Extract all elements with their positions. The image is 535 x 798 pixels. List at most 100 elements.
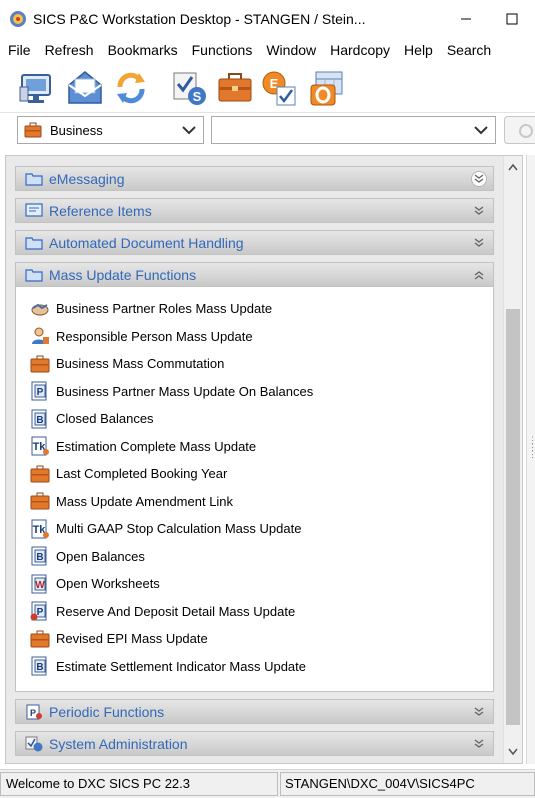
minimize-icon[interactable]	[443, 0, 489, 38]
list-item[interactable]: B Open Balances	[16, 543, 493, 571]
combo-row: Business	[0, 113, 535, 150]
status-user-path: STANGEN\DXC_004V\SICS4PC	[280, 772, 535, 796]
p-document-red-icon: P	[30, 601, 50, 621]
menu-refresh[interactable]: Refresh	[37, 42, 100, 58]
messaging-icon[interactable]	[64, 67, 106, 109]
svg-text:B: B	[36, 662, 43, 673]
scrollbar-thumb[interactable]	[506, 309, 520, 725]
briefcase-icon	[30, 464, 50, 484]
list-item[interactable]: B Estimate Settlement Indicator Mass Upd…	[16, 653, 493, 681]
menu-help[interactable]: Help	[396, 42, 439, 58]
expand-chevron-icon[interactable]	[471, 704, 487, 720]
status-bar: Welcome to DXC SICS PC 22.3 STANGEN\DXC_…	[0, 769, 535, 798]
outlook-calendar-icon[interactable]	[306, 67, 348, 109]
expand-chevron-icon[interactable]	[471, 235, 487, 251]
section-automated-document-handling[interactable]: Automated Document Handling	[15, 230, 494, 255]
maximize-icon[interactable]	[489, 0, 535, 38]
menu-search[interactable]: Search	[439, 42, 497, 58]
briefcase-icon	[30, 491, 50, 511]
menu-window[interactable]: Window	[258, 42, 322, 58]
b-document-icon: B	[30, 409, 50, 429]
list-item[interactable]: Responsible Person Mass Update	[16, 323, 493, 351]
item-label: Business Partner Mass Update On Balances	[56, 383, 314, 399]
list-item[interactable]: Last Completed Booking Year	[16, 460, 493, 488]
toolbar: S E	[0, 63, 535, 113]
list-item[interactable]: Tk Estimation Complete Mass Update	[16, 433, 493, 461]
section-title: eMessaging	[49, 170, 125, 187]
section-title: Mass Update Functions	[49, 266, 197, 283]
section-reference-items[interactable]: Reference Items	[15, 198, 494, 223]
svg-text:B: B	[36, 552, 43, 563]
chevron-down-icon[interactable]	[175, 117, 203, 143]
list-item[interactable]: Tk Multi GAAP Stop Calculation Mass Upda…	[16, 515, 493, 543]
list-item[interactable]: Mass Update Amendment Link	[16, 488, 493, 516]
collapse-chevron-icon[interactable]	[471, 267, 487, 283]
item-label: Open Balances	[56, 548, 145, 564]
b-document-icon: B	[30, 656, 50, 676]
search-button[interactable]	[504, 116, 535, 144]
section-mass-update-functions[interactable]: Mass Update Functions	[15, 262, 494, 287]
menu-file[interactable]: File	[0, 42, 37, 58]
item-label: Mass Update Amendment Link	[56, 493, 234, 509]
svg-text:W: W	[35, 580, 45, 591]
reference-icon	[24, 203, 44, 219]
menu-bar: File Refresh Bookmarks Functions Window …	[0, 38, 535, 62]
b-document-icon: B	[30, 546, 50, 566]
function-select[interactable]	[211, 116, 496, 144]
mass-update-list: Business Partner Roles Mass Update Respo…	[15, 287, 494, 692]
list-item[interactable]: P Business Partner Mass Update On Balanc…	[16, 378, 493, 406]
list-item[interactable]: B Closed Balances	[16, 405, 493, 433]
list-item[interactable]: Revised EPI Mass Update	[16, 625, 493, 653]
svg-text:S: S	[193, 89, 202, 104]
expand-chevron-icon[interactable]	[471, 171, 487, 187]
section-system-administration[interactable]: System Administration	[15, 731, 494, 756]
scroll-up-icon[interactable]	[504, 158, 522, 176]
system-admin-icon[interactable]: S	[168, 67, 210, 109]
system-admin-icon	[24, 736, 44, 752]
menu-hardcopy[interactable]: Hardcopy	[322, 42, 396, 58]
refresh-icon[interactable]	[110, 67, 152, 109]
list-item[interactable]: W Open Worksheets	[16, 570, 493, 598]
svg-text:P: P	[37, 387, 44, 398]
item-label: Closed Balances	[56, 411, 154, 427]
item-label: Last Completed Booking Year	[56, 466, 228, 482]
app-logo-icon	[9, 10, 27, 28]
folder-icon	[24, 171, 44, 187]
section-title: Automated Document Handling	[49, 234, 244, 251]
item-label: Business Mass Commutation	[56, 356, 225, 372]
search-icon	[519, 124, 533, 138]
briefcase-icon	[30, 629, 50, 649]
business-briefcase-icon[interactable]	[214, 67, 256, 109]
chevron-down-icon[interactable]	[467, 117, 495, 143]
status-message: Welcome to DXC SICS PC 22.3	[0, 772, 278, 796]
person-icon	[30, 326, 50, 346]
svg-text:P: P	[30, 708, 36, 718]
expand-chevron-icon[interactable]	[471, 736, 487, 752]
item-label: Responsible Person Mass Update	[56, 328, 253, 344]
menu-functions[interactable]: Functions	[184, 42, 259, 58]
folder-icon	[24, 235, 44, 251]
splitter-handle[interactable]: ⋮ ⋮ ⋮	[526, 155, 535, 764]
briefcase-icon	[24, 122, 42, 138]
scroll-down-icon[interactable]	[504, 743, 522, 761]
list-item[interactable]: Business Partner Roles Mass Update	[16, 295, 493, 323]
svg-text:P: P	[37, 607, 44, 618]
menu-bookmarks[interactable]: Bookmarks	[100, 42, 184, 58]
business-select[interactable]: Business	[17, 116, 204, 144]
w-document-icon: W	[30, 574, 50, 594]
section-emessaging[interactable]: eMessaging	[15, 166, 494, 191]
epi-check-icon[interactable]: E	[258, 67, 300, 109]
list-item[interactable]: Business Mass Commutation	[16, 350, 493, 378]
section-title: System Administration	[49, 735, 188, 752]
vertical-scrollbar[interactable]	[503, 156, 522, 763]
navigation-panel: eMessaging Reference Items Automated Doc…	[5, 155, 523, 764]
expand-chevron-icon[interactable]	[471, 203, 487, 219]
section-periodic-functions[interactable]: P Periodic Functions	[15, 699, 494, 724]
section-title: Reference Items	[49, 202, 152, 219]
grip-icon: ⋮ ⋮ ⋮	[528, 435, 535, 459]
list-item[interactable]: P Reserve And Deposit Detail Mass Update	[16, 598, 493, 626]
item-label: Business Partner Roles Mass Update	[56, 301, 273, 317]
folder-icon	[24, 267, 44, 283]
item-label: Multi GAAP Stop Calculation Mass Update	[56, 521, 302, 537]
workstation-icon[interactable]	[16, 67, 58, 109]
